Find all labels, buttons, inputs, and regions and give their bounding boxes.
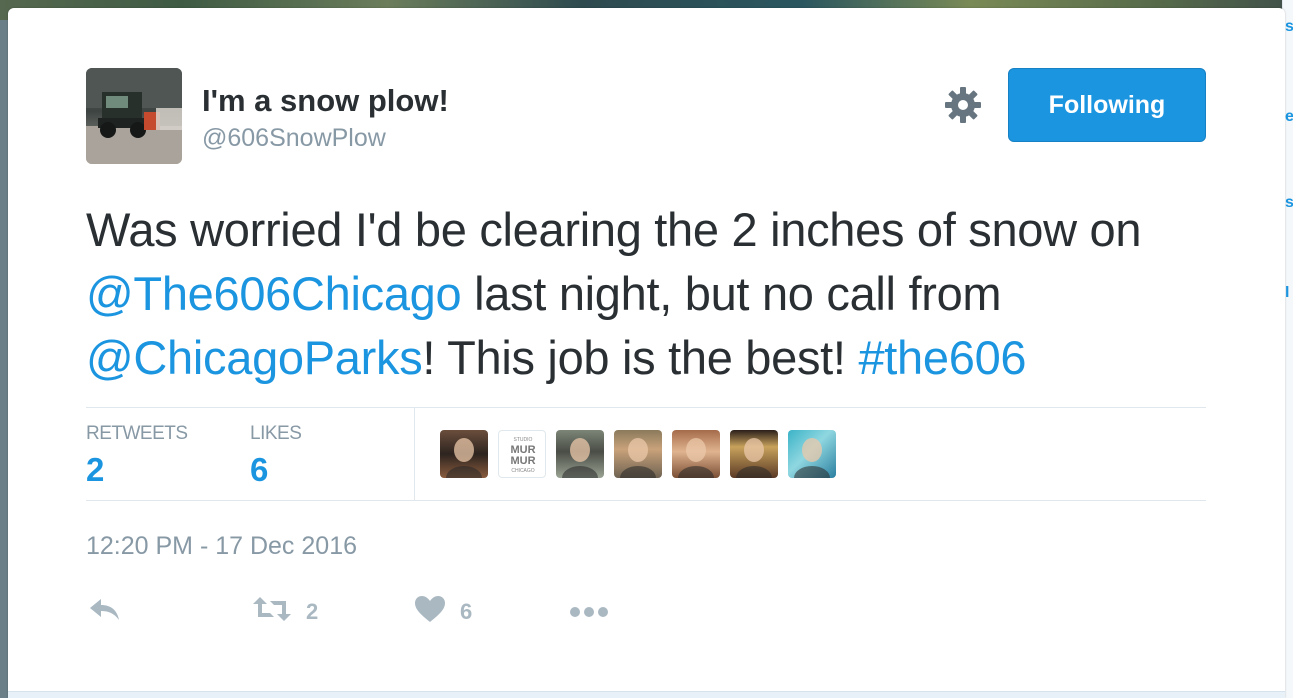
- retweet-button[interactable]: 2: [252, 596, 318, 628]
- following-button[interactable]: Following: [1008, 68, 1206, 142]
- author-name[interactable]: I'm a snow plow!: [202, 83, 449, 119]
- liker-avatar-4[interactable]: [614, 430, 662, 478]
- gear-icon[interactable]: [944, 86, 982, 124]
- more-button[interactable]: [569, 596, 609, 628]
- svg-text:MUR: MUR: [510, 455, 535, 467]
- liker-avatars: STUDIO MUR MUR CHICAGO: [440, 430, 836, 478]
- retweet-count: 2: [306, 599, 319, 624]
- retweets-label: RETWEETS: [86, 423, 188, 444]
- tweet-text-segment: ! This job is the best!: [422, 331, 859, 384]
- liker-avatar-7[interactable]: [788, 430, 836, 478]
- stats-vertical-divider: [414, 408, 415, 500]
- card-bottom-bar: [8, 691, 1285, 698]
- author-handle[interactable]: @606SnowPlow: [202, 124, 386, 153]
- tweet-card: I'm a snow plow! @606SnowPlow Following …: [8, 8, 1285, 698]
- tweet-text-segment: Was worried I'd be clearing the 2 inches…: [86, 203, 1142, 256]
- liker-avatar-3[interactable]: [556, 430, 604, 478]
- stats-top-divider: [86, 407, 1206, 408]
- reply-icon: [88, 596, 122, 628]
- stats-bottom-divider: [86, 500, 1206, 501]
- tweet-link[interactable]: #the606: [858, 331, 1026, 384]
- tweet-timestamp[interactable]: 12:20 PM - 17 Dec 2016: [86, 532, 357, 561]
- reply-button[interactable]: [88, 596, 122, 628]
- tweet-link[interactable]: @ChicagoParks: [86, 331, 423, 384]
- like-count: 6: [460, 599, 473, 624]
- liker-avatar-5[interactable]: [672, 430, 720, 478]
- svg-text:CHICAGO: CHICAGO: [511, 468, 534, 474]
- likes-count[interactable]: 6: [250, 451, 268, 489]
- more-icon: [569, 599, 609, 625]
- tweet-text-segment: last night, but no call from: [461, 267, 1002, 320]
- tweet-text: Was worried I'd be clearing the 2 inches…: [86, 198, 1226, 390]
- heart-icon: [414, 595, 446, 629]
- tweet-link[interactable]: @The606Chicago: [86, 267, 462, 320]
- like-button[interactable]: 6: [414, 596, 472, 628]
- author-avatar[interactable]: [86, 68, 182, 164]
- likes-label: LIKES: [250, 423, 302, 444]
- retweets-count[interactable]: 2: [86, 451, 104, 489]
- svg-text:STUDIO: STUDIO: [514, 437, 533, 443]
- liker-avatar-studio-mur-mur[interactable]: STUDIO MUR MUR CHICAGO: [498, 430, 546, 478]
- liker-avatar-6[interactable]: [730, 430, 778, 478]
- liker-avatar-1[interactable]: [440, 430, 488, 478]
- retweet-icon: [252, 595, 292, 629]
